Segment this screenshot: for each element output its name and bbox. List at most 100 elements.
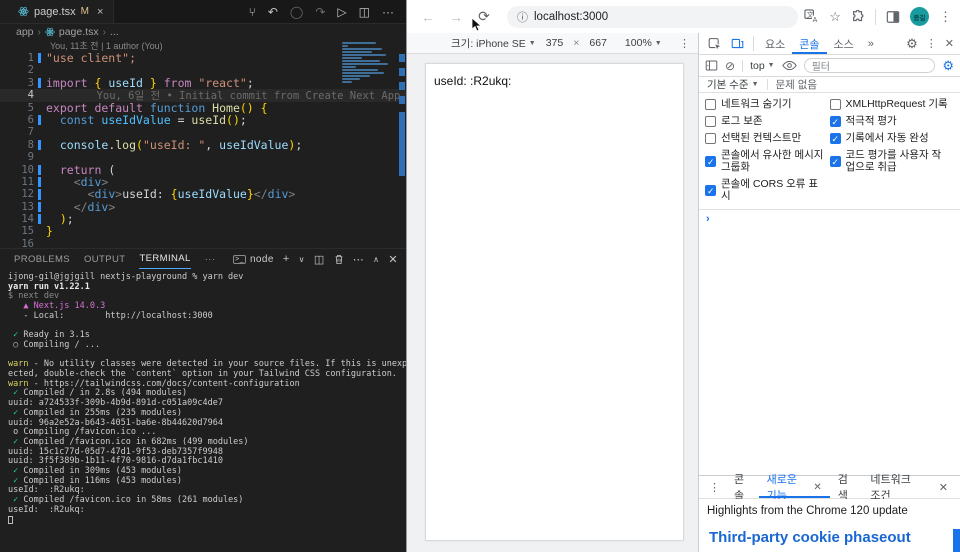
- address-bar[interactable]: ⓘ localhost:3000: [507, 6, 798, 28]
- checkbox-unchecked-icon[interactable]: [705, 133, 716, 144]
- console-setting-checkbox[interactable]: 코드 평가를 사용자 작업으로 취급: [830, 149, 951, 173]
- console-filter-input[interactable]: 필터: [804, 58, 936, 73]
- context-select[interactable]: top▼: [750, 60, 775, 72]
- close-panel-icon[interactable]: ✕: [388, 253, 398, 266]
- run-icon[interactable]: ▷: [337, 6, 346, 18]
- tab-console[interactable]: 콘솔: [792, 33, 826, 54]
- console-setting-checkbox[interactable]: 선택된 컨텍스트만: [705, 132, 826, 144]
- open-changes-icon[interactable]: ↶: [268, 6, 278, 18]
- settings-gear-icon[interactable]: ⚙: [906, 36, 918, 52]
- split-editor-icon[interactable]: ◫: [359, 6, 370, 18]
- checkbox-checked-icon[interactable]: [705, 156, 716, 167]
- react-icon: [18, 6, 29, 17]
- live-expression-eye-icon[interactable]: [782, 60, 797, 71]
- code-line[interactable]: 14 );: [0, 213, 406, 225]
- log-levels-select[interactable]: 기본 수준▼: [707, 77, 759, 92]
- checkbox-unchecked-icon[interactable]: [830, 99, 841, 110]
- breadcrumb-file[interactable]: page.tsx: [59, 26, 99, 38]
- editor-tab-page-tsx[interactable]: page.tsx M ×: [0, 0, 114, 23]
- console-setting-checkbox[interactable]: 기록에서 자동 완성: [830, 132, 951, 144]
- drawer-tab-console[interactable]: 콘솔: [726, 476, 759, 498]
- device-height-field[interactable]: 667: [589, 37, 607, 49]
- device-toolbar-toggle-icon[interactable]: [726, 33, 749, 54]
- split-terminal-icon[interactable]: ◫: [314, 253, 325, 266]
- checkbox-checked-icon[interactable]: [830, 133, 841, 144]
- checkbox-checked-icon[interactable]: [705, 185, 716, 196]
- device-toolbar-more-icon[interactable]: ⋮: [679, 37, 690, 50]
- console-setting-checkbox[interactable]: XMLHttpRequest 기록: [830, 98, 951, 110]
- drawer-close-icon[interactable]: ✕: [931, 476, 956, 498]
- breadcrumb[interactable]: app › page.tsx › ...: [0, 24, 406, 40]
- checkbox-checked-icon[interactable]: [830, 116, 841, 127]
- whats-new-content[interactable]: Highlights from the Chrome 120 update Th…: [699, 499, 960, 552]
- bookmark-star-icon[interactable]: ☆: [829, 10, 841, 23]
- close-tab-icon[interactable]: ✕: [813, 482, 821, 493]
- clear-console-icon[interactable]: ⊘: [725, 60, 735, 72]
- device-frame[interactable]: useId: :R2ukq:: [425, 63, 684, 541]
- code-line[interactable]: 6 const useIdValue = useId();: [0, 114, 406, 126]
- panel-more-icon[interactable]: ⋯: [353, 253, 364, 266]
- drawer-tab-network-conditions[interactable]: 네트워크 조건: [862, 476, 930, 498]
- drawer-tab-whats-new[interactable]: 새로운 기능✕: [759, 476, 830, 498]
- extensions-icon[interactable]: [851, 10, 865, 24]
- zoom-select[interactable]: 100%▼: [625, 37, 662, 49]
- tab-terminal[interactable]: TERMINAL: [139, 249, 190, 269]
- url-text[interactable]: localhost:3000: [534, 11, 608, 23]
- checkbox-unchecked-icon[interactable]: [705, 116, 716, 127]
- profile-avatar[interactable]: 종길: [910, 7, 929, 26]
- console-setting-checkbox[interactable]: 네트워크 숨기기: [705, 98, 826, 110]
- source-control-icon[interactable]: ⑂: [249, 6, 256, 18]
- scrollbar-thumb[interactable]: [953, 529, 960, 552]
- inspect-element-icon[interactable]: [703, 33, 726, 54]
- overview-ruler[interactable]: [399, 40, 405, 248]
- site-info-icon[interactable]: ⓘ: [517, 9, 528, 25]
- console-setting-checkbox[interactable]: 적극적 평가: [830, 115, 951, 127]
- console-setting-checkbox[interactable]: 콘솔에 CORS 오류 표시: [705, 178, 826, 202]
- device-width-field[interactable]: 375: [546, 37, 564, 49]
- console-settings-gear-icon[interactable]: ⚙: [942, 59, 954, 72]
- checkbox-unchecked-icon[interactable]: [705, 99, 716, 110]
- forward-icon[interactable]: →: [445, 9, 467, 25]
- drawer-menu-icon[interactable]: ⋮: [703, 476, 726, 498]
- drawer-tab-search[interactable]: 검색: [830, 476, 863, 498]
- code-line[interactable]: 8 console.log("useId: ", useIdValue);: [0, 139, 406, 151]
- devtools-menu-icon[interactable]: ⋮: [926, 37, 937, 50]
- side-panel-icon[interactable]: [886, 10, 900, 24]
- checkbox-checked-icon[interactable]: [830, 156, 841, 167]
- more-tabs-icon[interactable]: »: [861, 33, 881, 54]
- more-actions-icon[interactable]: ···: [382, 6, 394, 18]
- breadcrumb-symbol[interactable]: ...: [110, 26, 119, 38]
- terminal-profile[interactable]: >_node: [233, 254, 274, 265]
- chrome-menu-icon[interactable]: ⋮: [939, 10, 952, 23]
- code-line[interactable]: 15}: [0, 225, 406, 237]
- maximize-panel-icon[interactable]: ∧: [373, 255, 379, 264]
- tab-close-icon[interactable]: ×: [97, 6, 103, 18]
- devtools-close-icon[interactable]: ✕: [945, 37, 954, 50]
- breadcrumb-root[interactable]: app: [16, 26, 34, 38]
- back-icon[interactable]: ←: [417, 9, 439, 25]
- device-select[interactable]: 크기: iPhone SE▼: [451, 36, 536, 51]
- console-setting-checkbox[interactable]: 콘솔에서 유사한 메시지 그룹화: [705, 149, 826, 173]
- tab-problems[interactable]: PROBLEMS: [14, 249, 70, 269]
- console-prompt[interactable]: ›: [699, 210, 960, 228]
- code-line[interactable]: 16: [0, 238, 406, 248]
- console-messages-area[interactable]: [699, 228, 960, 475]
- minimap[interactable]: [342, 40, 394, 90]
- terminal-output[interactable]: ijong-gil@jgjgill nextjs-playground % ya…: [0, 269, 406, 526]
- console-sidebar-icon[interactable]: [705, 59, 718, 72]
- code-editor[interactable]: You, 11초 전 | 1 author (You) 1"use client…: [0, 40, 406, 248]
- checkbox-label: XMLHttpRequest 기록: [846, 98, 948, 110]
- tab-output[interactable]: OUTPUT: [84, 249, 125, 269]
- tab-elements[interactable]: 요소: [758, 33, 792, 54]
- kill-terminal-icon[interactable]: [334, 254, 344, 265]
- translate-icon[interactable]: 文A: [804, 9, 819, 24]
- console-setting-checkbox[interactable]: 로그 보존: [705, 115, 826, 127]
- panel-tabs-more-icon[interactable]: ···: [205, 249, 216, 269]
- terminal-profile-dropdown-icon[interactable]: ∨: [299, 255, 305, 264]
- tab-sources[interactable]: 소스: [827, 33, 861, 54]
- prev-change-icon[interactable]: ◯: [290, 6, 303, 18]
- issues-counter[interactable]: 문제 없음: [776, 77, 818, 92]
- new-terminal-icon[interactable]: +: [283, 253, 290, 265]
- whats-new-headline[interactable]: Third-party cookie phaseout: [699, 517, 960, 546]
- next-change-icon[interactable]: ↷: [315, 6, 325, 18]
